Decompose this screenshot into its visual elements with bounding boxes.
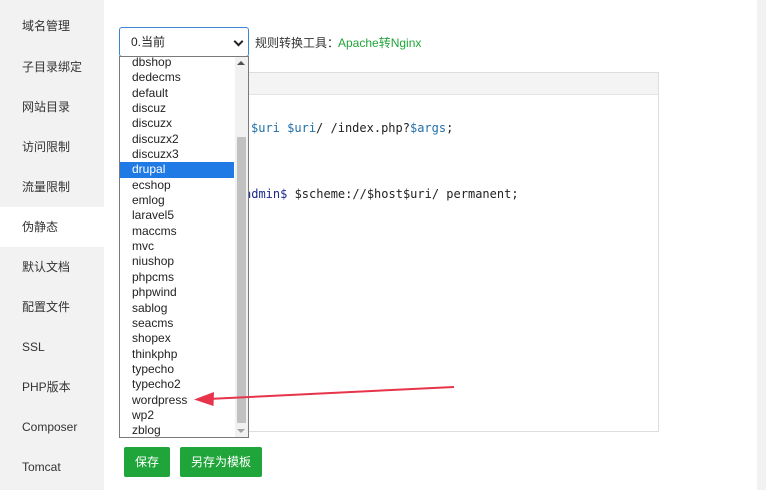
sidebar-item-config-file[interactable]: 配置文件 — [0, 287, 104, 327]
dropdown-option-wordpress[interactable]: wordpress — [120, 393, 234, 408]
dropdown-option-sablog[interactable]: sablog — [120, 301, 234, 316]
sidebar-item-tomcat[interactable]: Tomcat — [0, 447, 104, 487]
sidebar-item-rewrite[interactable]: 伪静态 — [0, 207, 104, 247]
dropdown-option-discuzx[interactable]: discuzx — [120, 116, 234, 131]
dropdown-option-phpcms[interactable]: phpcms — [120, 270, 234, 285]
dropdown-option-discuz[interactable]: discuz — [120, 101, 234, 116]
dropdown-option-discuzx3[interactable]: discuzx3 — [120, 147, 234, 162]
rewrite-template-dropdown[interactable]: dbshop dedecms default discuz discuzx discuzx… — [119, 56, 249, 438]
scroll-up-arrow-icon[interactable] — [237, 61, 245, 65]
dropdown-option-phpwind[interactable]: phpwind — [120, 285, 234, 300]
dropdown-option-thinkphp[interactable]: thinkphp — [120, 347, 234, 362]
sidebar-item-php-version[interactable]: PHP版本 — [0, 367, 104, 407]
dropdown-option-laravel5[interactable]: laravel5 — [120, 208, 234, 223]
code-line-1: $uri $uri/ /index.php?$args; — [251, 121, 454, 135]
dropdown-option-shopex[interactable]: shopex — [120, 331, 234, 346]
scrollbar-thumb[interactable] — [237, 137, 246, 423]
save-as-template-button[interactable]: 另存为模板 — [180, 447, 262, 477]
select-value: 0.当前 — [131, 35, 166, 49]
save-button[interactable]: 保存 — [124, 447, 170, 477]
dropdown-option-zblog[interactable]: zblog — [120, 423, 234, 437]
dropdown-options: dbshop dedecms default discuz discuzx discuzx… — [120, 57, 234, 437]
sidebar-item-subdir-binding[interactable]: 子目录绑定 — [0, 47, 104, 87]
sidebar-item-ssl[interactable]: SSL — [0, 327, 104, 367]
dropdown-option-default[interactable]: default — [120, 86, 234, 101]
dropdown-option-ecshop[interactable]: ecshop — [120, 178, 234, 193]
rewrite-template-select[interactable]: 0.当前 — [119, 27, 249, 57]
dropdown-option-mvc[interactable]: mvc — [120, 239, 234, 254]
sidebar-item-traffic-limit[interactable]: 流量限制 — [0, 167, 104, 207]
dropdown-option-emlog[interactable]: emlog — [120, 193, 234, 208]
scroll-down-arrow-icon[interactable] — [237, 429, 245, 433]
dropdown-option-maccms[interactable]: maccms — [120, 224, 234, 239]
sidebar-item-site-directory[interactable]: 网站目录 — [0, 87, 104, 127]
dropdown-option-typecho2[interactable]: typecho2 — [120, 377, 234, 392]
dropdown-option-discuzx2[interactable]: discuzx2 — [120, 132, 234, 147]
dropdown-option-seacms[interactable]: seacms — [120, 316, 234, 331]
chevron-down-icon — [233, 36, 244, 47]
sidebar-item-composer[interactable]: Composer — [0, 407, 104, 447]
dropdown-scrollbar[interactable] — [235, 57, 248, 437]
sidebar: 域名管理 子目录绑定 网站目录 访问限制 流量限制 伪静态 默认文档 配置文件 … — [0, 0, 104, 490]
dropdown-option-niushop[interactable]: niushop — [120, 254, 234, 269]
dropdown-option-wp2[interactable]: wp2 — [120, 408, 234, 423]
dropdown-option-drupal[interactable]: drupal — [120, 162, 234, 178]
dropdown-option-typecho[interactable]: typecho — [120, 362, 234, 377]
rule-convert-label: 规则转换工具： — [255, 36, 340, 50]
apache-to-nginx-link[interactable]: Apache转Nginx — [338, 34, 421, 51]
sidebar-item-domain[interactable]: 域名管理 — [0, 0, 104, 47]
dropdown-option-dedecms[interactable]: dedecms — [120, 70, 234, 85]
sidebar-item-access-limit[interactable]: 访问限制 — [0, 127, 104, 167]
right-edge-strip — [757, 0, 766, 490]
sidebar-item-default-doc[interactable]: 默认文档 — [0, 247, 104, 287]
code-line-2: admin$ $scheme://$host$uri/ permanent; — [244, 187, 519, 201]
dropdown-option-dbshop[interactable]: dbshop — [120, 57, 234, 70]
